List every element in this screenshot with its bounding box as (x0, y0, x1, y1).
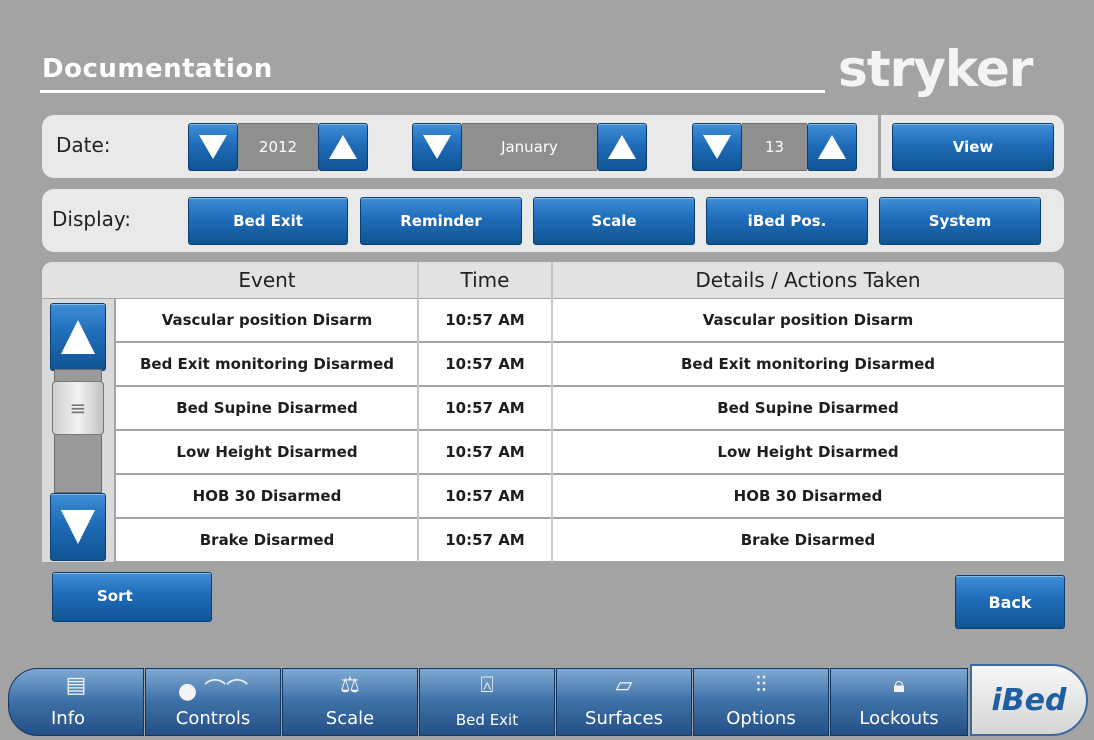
sort-button[interactable]: Sort (52, 572, 212, 622)
date-panel: Date: 2012 January 13 View (42, 115, 1064, 178)
arrow-up-icon (818, 135, 846, 159)
date-divider (878, 115, 881, 178)
table-row[interactable]: Brake Disarmed 10:57 AM Brake Disarmed (116, 519, 1064, 561)
document-icon: ▤ (65, 673, 87, 698)
view-button[interactable]: View (892, 123, 1054, 171)
time-cell: 10:57 AM (445, 399, 525, 417)
tab-label: Options (726, 708, 796, 729)
arrow-up-icon (61, 320, 95, 354)
table-row[interactable]: Vascular position Disarm 10:57 AM Vascul… (116, 299, 1064, 341)
table-row[interactable]: Bed Supine Disarmed 10:57 AM Bed Supine … (116, 387, 1064, 429)
tab-scale[interactable]: ⚖ Scale (282, 668, 418, 736)
tab-controls[interactable]: ● ⌒⌒ Controls (145, 668, 281, 736)
tab-info[interactable]: ▤ Info (8, 668, 144, 736)
tab-label: Surfaces (585, 708, 663, 729)
display-label: Display: (52, 207, 132, 231)
arrow-down-icon (61, 510, 95, 544)
day-value: 13 (742, 123, 807, 171)
table-row[interactable]: HOB 30 Disarmed 10:57 AM HOB 30 Disarmed (116, 475, 1064, 517)
title-underline (40, 90, 825, 93)
column-divider (417, 262, 419, 562)
tab-lockouts[interactable]: 🔒︎ Lockouts (830, 668, 968, 736)
time-cell: 10:57 AM (445, 311, 525, 329)
tab-label: Scale (325, 708, 375, 729)
event-cell: Low Height Disarmed (176, 443, 358, 461)
grip-icon: ≡ (69, 396, 87, 420)
padlock-icon: 🔒︎ (893, 673, 905, 698)
event-cell: Bed Supine Disarmed (176, 399, 358, 417)
event-cell: Vascular position Disarm (161, 311, 373, 329)
year-up-button[interactable] (318, 123, 368, 171)
page-title: Documentation (42, 54, 273, 84)
scroll-down-button[interactable] (50, 493, 106, 561)
time-cell: 10:57 AM (445, 355, 525, 373)
tab-label: Bed Exit (455, 711, 519, 729)
column-divider (551, 262, 553, 562)
filter-bed-exit-button[interactable]: Bed Exit (188, 197, 348, 245)
time-cell: 10:57 AM (445, 487, 525, 505)
year-value: 2012 (238, 123, 318, 171)
day-down-button[interactable] (692, 123, 742, 171)
person-exit-icon: ⍓ (480, 673, 494, 698)
table-scrollbar[interactable]: ≡ (42, 299, 114, 562)
time-cell: 10:57 AM (445, 531, 525, 549)
bottom-nav: ▤ Info ● ⌒⌒ Controls ⚖ Scale ⍓ Bed Exit … (8, 664, 1088, 740)
mattress-icon: ▱ (615, 673, 633, 698)
filter-system-button[interactable]: System (879, 197, 1041, 245)
details-cell: Low Height Disarmed (717, 443, 899, 461)
details-cell: HOB 30 Disarmed (733, 487, 883, 505)
arrow-down-icon (199, 135, 227, 159)
patient-lying-icon: ● ⌒⌒ (177, 679, 249, 704)
month-value: January (462, 123, 597, 171)
column-header-event[interactable]: Event (116, 262, 418, 298)
filter-scale-button[interactable]: Scale (533, 197, 695, 245)
month-down-button[interactable] (412, 123, 462, 171)
column-header-time[interactable]: Time (418, 262, 552, 298)
tab-options[interactable]: ⫶⫶ Options (693, 668, 829, 736)
column-header-details[interactable]: Details / Actions Taken (552, 262, 1064, 298)
events-table: Event Time Details / Actions Taken Vascu… (42, 262, 1064, 562)
filter-ibed-pos-button[interactable]: iBed Pos. (706, 197, 868, 245)
tab-surfaces[interactable]: ▱ Surfaces (556, 668, 692, 736)
details-cell: Vascular position Disarm (702, 311, 914, 329)
sliders-icon: ⫶⫶ (755, 673, 767, 698)
event-cell: HOB 30 Disarmed (192, 487, 342, 505)
balance-scale-icon: ⚖ (340, 673, 360, 698)
details-cell: Bed Supine Disarmed (717, 399, 899, 417)
event-cell: Bed Exit monitoring Disarmed (139, 355, 394, 373)
tab-label: Controls (175, 708, 251, 729)
table-row[interactable]: Bed Exit monitoring Disarmed 10:57 AM Be… (116, 343, 1064, 385)
table-header: Event Time Details / Actions Taken (42, 262, 1064, 298)
arrow-down-icon (703, 135, 731, 159)
day-up-button[interactable] (807, 123, 857, 171)
ibed-brand: iBed (991, 682, 1067, 718)
scroll-up-button[interactable] (50, 303, 106, 371)
date-label: Date: (56, 133, 111, 157)
tab-bed-exit[interactable]: ⍓ Bed Exit (419, 668, 555, 736)
month-up-button[interactable] (597, 123, 647, 171)
details-cell: Bed Exit monitoring Disarmed (680, 355, 935, 373)
year-down-button[interactable] (188, 123, 238, 171)
tab-label: Lockouts (859, 708, 939, 729)
arrow-up-icon (608, 135, 636, 159)
display-panel: Display: Bed Exit Reminder Scale iBed Po… (42, 189, 1064, 252)
event-cell: Brake Disarmed (199, 531, 335, 549)
ibed-logo: iBed (970, 664, 1088, 736)
filter-reminder-button[interactable]: Reminder (360, 197, 522, 245)
time-cell: 10:57 AM (445, 443, 525, 461)
table-row[interactable]: Low Height Disarmed 10:57 AM Low Height … (116, 431, 1064, 473)
stryker-logo: stryker (838, 40, 1033, 98)
arrow-down-icon (423, 135, 451, 159)
details-cell: Brake Disarmed (740, 531, 876, 549)
tab-label: Info (51, 708, 86, 729)
scroll-thumb[interactable]: ≡ (52, 381, 104, 435)
arrow-up-icon (329, 135, 357, 159)
back-button[interactable]: Back (955, 575, 1065, 629)
